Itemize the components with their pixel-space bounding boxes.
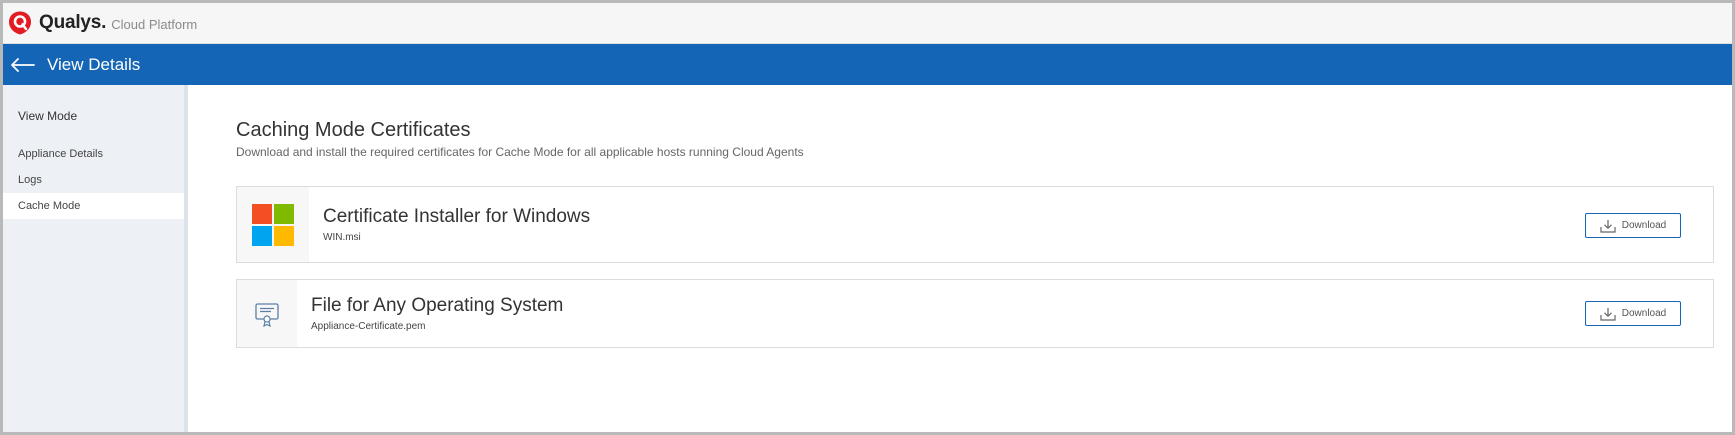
top-bar: Qualys. Cloud Platform	[3, 3, 1732, 44]
page-header: View Details	[3, 44, 1732, 85]
card-text: File for Any Operating System Appliance-…	[311, 295, 563, 332]
download-button-label: Download	[1621, 220, 1667, 231]
brand-subtitle: Cloud Platform	[111, 17, 198, 32]
sidebar-item-cache-mode[interactable]: Cache Mode	[3, 193, 184, 219]
certificate-card-any-os: File for Any Operating System Appliance-…	[236, 279, 1714, 348]
app-window: Qualys. Cloud Platform View Details View…	[0, 0, 1735, 435]
sidebar: View Mode Appliance Details Logs Cache M…	[3, 85, 188, 432]
certificate-card-windows: Certificate Installer for Windows WIN.ms…	[236, 186, 1714, 263]
download-button[interactable]: Download	[1585, 301, 1681, 326]
card-filename: Appliance-Certificate.pem	[311, 321, 426, 332]
page-title: View Details	[47, 54, 141, 74]
card-title: Certificate Installer for Windows	[323, 206, 591, 227]
download-icon	[1600, 307, 1616, 321]
card-icon-container	[237, 187, 309, 262]
brand-name: Qualys.	[39, 12, 107, 33]
section-title: Caching Mode Certificates	[236, 119, 471, 141]
windows-logo-icon	[252, 203, 294, 246]
card-filename: WIN.msi	[323, 232, 361, 243]
card-title: File for Any Operating System	[311, 295, 564, 316]
download-icon	[1600, 219, 1616, 233]
main-header: Caching Mode Certificates Download and i…	[236, 119, 1716, 159]
download-button[interactable]: Download	[1585, 213, 1681, 238]
section-subtitle: Download and install the required certif…	[236, 145, 804, 159]
sidebar-item-appliance-details[interactable]: Appliance Details	[3, 141, 184, 167]
sidebar-heading: View Mode	[18, 109, 78, 123]
arrow-left-icon[interactable]	[9, 54, 37, 76]
certificate-icon	[255, 302, 279, 327]
card-text: Certificate Installer for Windows WIN.ms…	[323, 206, 590, 243]
qualys-logo-icon	[9, 11, 31, 35]
download-button-label: Download	[1621, 308, 1667, 319]
sidebar-item-logs[interactable]: Logs	[3, 167, 184, 193]
card-icon-container	[237, 280, 297, 347]
